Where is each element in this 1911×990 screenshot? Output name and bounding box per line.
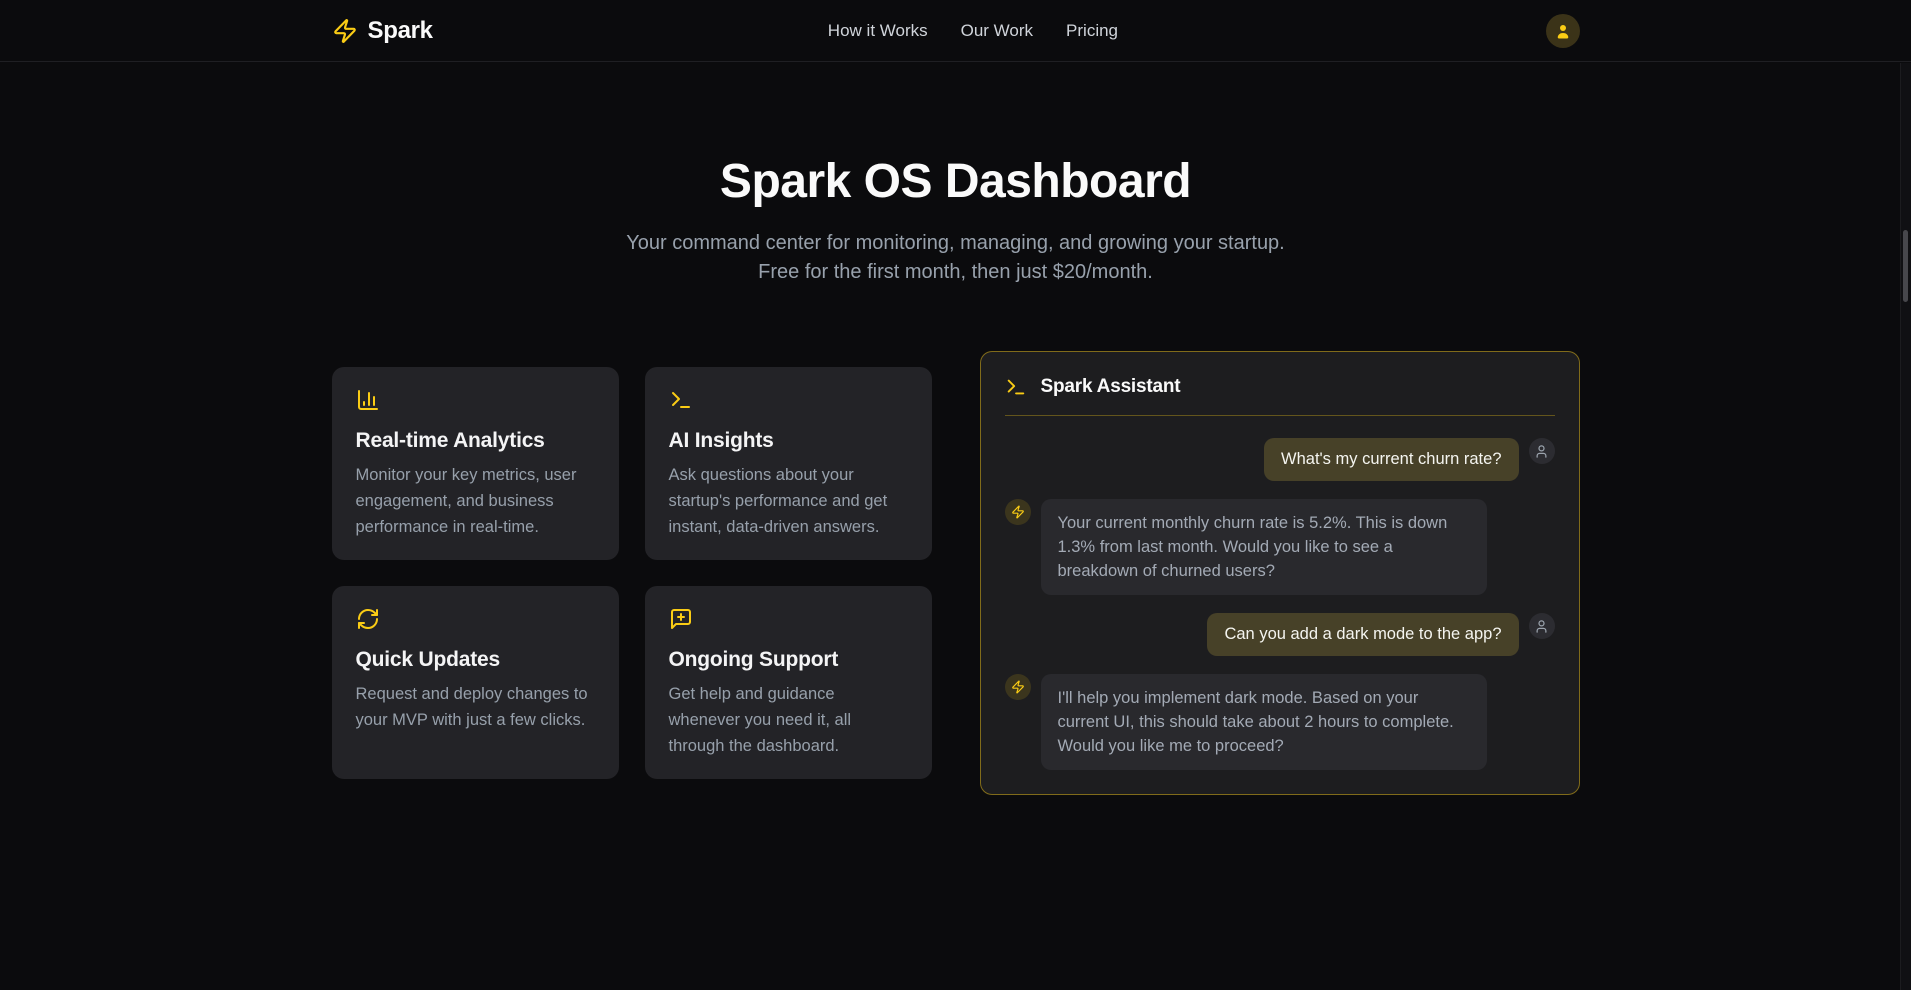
zap-icon [1005,674,1031,700]
user-message-bubble: What's my current churn rate? [1264,438,1518,481]
feature-title: AI Insights [669,429,908,453]
message-square-plus-icon [669,607,908,631]
user-avatar [1529,438,1555,464]
brand-logo[interactable]: Spark [332,17,433,45]
user-avatar [1529,613,1555,639]
main-nav: How it Works Our Work Pricing [828,21,1118,41]
feature-title: Ongoing Support [669,648,908,672]
assistant-title: Spark Assistant [1041,376,1181,398]
nav-link-pricing[interactable]: Pricing [1066,21,1118,41]
zap-icon [332,18,358,44]
top-nav-bar: Spark How it Works Our Work Pricing [0,0,1911,62]
account-avatar-button[interactable] [1546,14,1580,48]
feature-card-ai-insights: AI Insights Ask questions about your sta… [645,367,932,560]
page-subtitle: Your command center for monitoring, mana… [614,229,1298,287]
user-icon [1554,22,1572,40]
spark-assistant-panel: Spark Assistant What's my current churn … [980,351,1580,795]
chat-message-list: What's my current churn rate? Your curre… [1005,438,1555,770]
user-message-bubble: Can you add a dark mode to the app? [1207,613,1518,656]
nav-link-how-it-works[interactable]: How it Works [828,21,928,41]
chat-message-user: What's my current churn rate? [1005,438,1555,481]
main-content: Real-time Analytics Monitor your key met… [332,351,1580,795]
feature-title: Real-time Analytics [356,429,595,453]
assistant-header: Spark Assistant [1005,376,1555,416]
brand-name: Spark [368,17,433,45]
feature-card-ongoing-support: Ongoing Support Get help and guidance wh… [645,586,932,779]
hero-section: Spark OS Dashboard Your command center f… [0,154,1911,287]
nav-link-our-work[interactable]: Our Work [961,21,1033,41]
refresh-icon [356,607,595,631]
feature-title: Quick Updates [356,648,595,672]
feature-card-quick-updates: Quick Updates Request and deploy changes… [332,586,619,779]
assistant-message-bubble: Your current monthly churn rate is 5.2%.… [1041,499,1487,595]
chat-message-assistant: I'll help you implement dark mode. Based… [1005,674,1555,770]
chat-message-user: Can you add a dark mode to the app? [1005,613,1555,656]
page-scrollbar-track [1900,63,1911,990]
feature-description: Get help and guidance whenever you need … [669,681,908,759]
chat-message-assistant: Your current monthly churn rate is 5.2%.… [1005,499,1555,595]
terminal-icon [669,388,908,412]
feature-description: Request and deploy changes to your MVP w… [356,681,595,733]
terminal-icon [1005,376,1027,398]
zap-icon [1005,499,1031,525]
feature-description: Monitor your key metrics, user engagemen… [356,462,595,540]
bar-chart-icon [356,388,595,412]
feature-card-realtime-analytics: Real-time Analytics Monitor your key met… [332,367,619,560]
page-title: Spark OS Dashboard [0,154,1911,209]
page-scrollbar-thumb[interactable] [1903,230,1908,302]
feature-card-grid: Real-time Analytics Monitor your key met… [332,367,932,779]
assistant-message-bubble: I'll help you implement dark mode. Based… [1041,674,1487,770]
feature-description: Ask questions about your startup's perfo… [669,462,908,540]
